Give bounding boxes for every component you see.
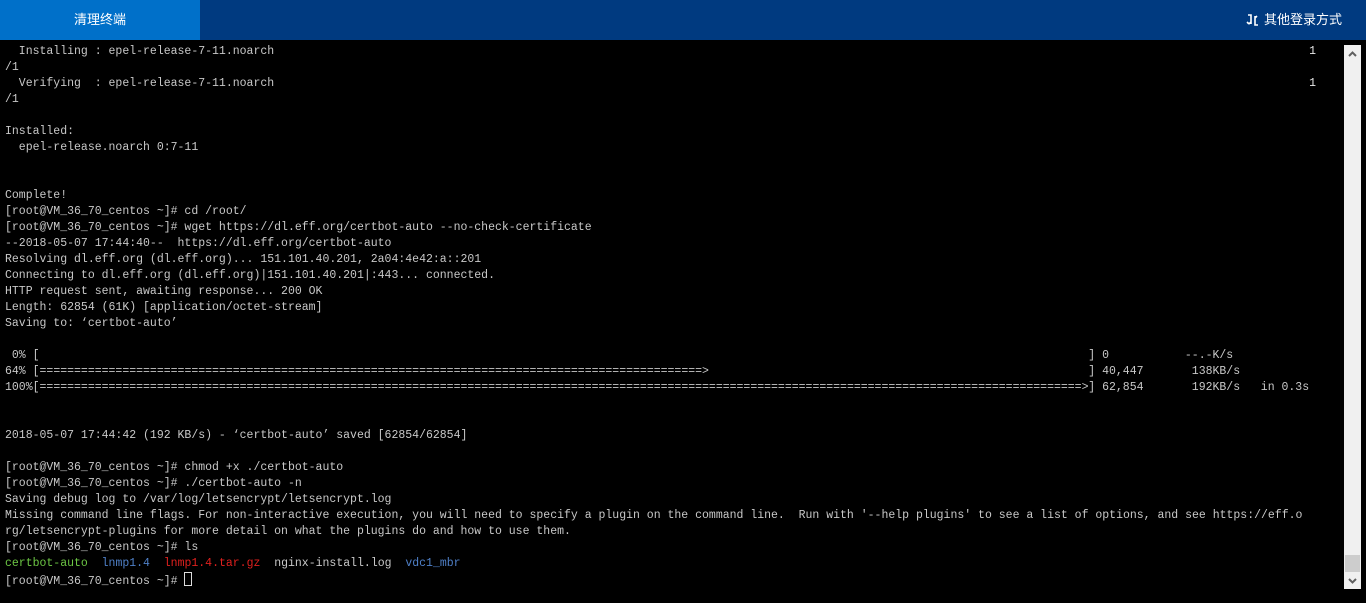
- terminal-scrollbar[interactable]: [1344, 45, 1361, 589]
- line-text: [root@VM_36_70_centos ~]# wget https://d…: [5, 221, 592, 234]
- line-text: Saving debug log to /var/log/letsencrypt…: [5, 493, 392, 506]
- line-text: Verifying : epel-release-7-11.noarch: [5, 77, 275, 90]
- terminal-line: Resolving dl.eff.org (dl.eff.org)... 151…: [5, 252, 1302, 268]
- terminal-line: /1: [5, 92, 1302, 108]
- other-login-button[interactable]: 其他登录方式: [1246, 0, 1342, 40]
- terminal-line: --2018-05-07 17:44:40-- https://dl.eff.o…: [5, 236, 1302, 252]
- terminal-line: HTTP request sent, awaiting response... …: [5, 284, 1302, 300]
- progress-eta: in 0.3s: [1260, 381, 1310, 394]
- terminal-line: Missing command line flags. For non-inte…: [5, 508, 1302, 524]
- terminal-line: Saving to: ‘certbot-auto’: [5, 316, 1302, 332]
- ls-entry: [150, 557, 164, 570]
- line-text: [root@VM_36_70_centos ~]# ./certbot-auto…: [5, 477, 302, 490]
- line-text: 2018-05-07 17:44:42 (192 KB/s) - ‘certbo…: [5, 429, 468, 442]
- progress-percent: 100%[: [5, 381, 40, 394]
- terminal-line: epel-release.noarch 0:7-11: [5, 140, 1302, 156]
- terminal-line: [root@VM_36_70_centos ~]# ls: [5, 540, 1302, 556]
- line-text: Installing : epel-release-7-11.noarch: [5, 45, 275, 58]
- terminal-line: [root@VM_36_70_centos ~]#: [5, 572, 1302, 588]
- line-text: Missing command line flags. For non-inte…: [5, 509, 1303, 522]
- progress-speed: --.-K/s: [1184, 349, 1234, 362]
- ls-entry: [392, 557, 406, 570]
- line-text: Installed:: [5, 125, 75, 138]
- progress-received: ] 40,447: [1088, 365, 1144, 378]
- ls-entry: certbot-auto: [5, 557, 88, 570]
- line-text: HTTP request sent, awaiting response... …: [5, 285, 323, 298]
- line-text: Complete!: [5, 189, 68, 202]
- terminal-cursor[interactable]: [184, 572, 193, 586]
- scroll-down-icon[interactable]: [1344, 572, 1361, 589]
- progress-received: ] 62,854: [1088, 381, 1144, 394]
- line-text: [root@VM_36_70_centos ~]# chmod +x ./cer…: [5, 461, 344, 474]
- line-text: epel-release.noarch 0:7-11: [5, 141, 199, 154]
- terminal-line: Installing : epel-release-7-11.noarch 1: [5, 44, 1316, 60]
- scroll-up-icon[interactable]: [1344, 45, 1361, 62]
- terminal-output: Installing : epel-release-7-11.noarch 1/1…: [5, 44, 1316, 588]
- line-text: Length: 62854 (61K) [application/octet-s…: [5, 301, 323, 314]
- line-text: rg/letsencrypt-plugins for more detail o…: [5, 525, 571, 538]
- terminal-line: 2018-05-07 17:44:42 (192 KB/s) - ‘certbo…: [5, 428, 1302, 444]
- terminal-line: 100%[===================================…: [5, 380, 1309, 396]
- line-text: Connecting to dl.eff.org (dl.eff.org)|15…: [5, 269, 495, 282]
- terminal-line: 0% [ ] 0 --.-K/s: [5, 348, 1302, 364]
- ls-entry: nginx-install.log: [274, 557, 392, 570]
- ls-entry: lnmp1.4.tar.gz: [163, 557, 261, 570]
- line-text: [root@VM_36_70_centos ~]# ls: [5, 541, 199, 554]
- ls-entry: vdc1_mbr: [405, 557, 461, 570]
- terminal-line: [root@VM_36_70_centos ~]# wget https://d…: [5, 220, 1302, 236]
- progress-bar: ========================================…: [39, 365, 709, 378]
- ls-entry: lnmp1.4: [101, 557, 150, 570]
- line-text: Saving to: ‘certbot-auto’: [5, 317, 178, 330]
- progress-speed: 192KB/s: [1184, 381, 1241, 394]
- terminal-line: [root@VM_36_70_centos ~]# cd /root/: [5, 204, 1302, 220]
- line-text: [root@VM_36_70_centos ~]#: [5, 575, 185, 588]
- progress-percent: 0% [: [5, 349, 40, 362]
- progress-bar: ========================================…: [39, 381, 1089, 394]
- other-login-label: 其他登录方式: [1263, 12, 1342, 27]
- line-right-text: 1: [1309, 45, 1316, 58]
- clear-terminal-button[interactable]: 清理终端: [0, 0, 200, 40]
- line-text: /1: [5, 93, 19, 106]
- terminal-line: Saving debug log to /var/log/letsencrypt…: [5, 492, 1302, 508]
- terminal-line: Length: 62854 (61K) [application/octet-s…: [5, 300, 1302, 316]
- line-right-text: 1: [1309, 77, 1316, 90]
- line-text: /1: [5, 61, 19, 74]
- line-text: Resolving dl.eff.org (dl.eff.org)... 151…: [5, 253, 482, 266]
- terminal-line: 64% [===================================…: [5, 364, 1302, 380]
- terminal-line: Complete!: [5, 188, 1302, 204]
- terminal-line: Connecting to dl.eff.org (dl.eff.org)|15…: [5, 268, 1302, 284]
- progress-received: ] 0: [1088, 349, 1110, 362]
- scrollbar-thumb[interactable]: [1345, 555, 1360, 572]
- progress-speed: 138KB/s: [1184, 365, 1241, 378]
- terminal-line: Installed:: [5, 124, 1302, 140]
- progress-percent: 64% [: [5, 365, 40, 378]
- ls-entry: [88, 557, 102, 570]
- terminal[interactable]: Installing : epel-release-7-11.noarch 1/1…: [0, 40, 1340, 603]
- line-text: [root@VM_36_70_centos ~]# cd /root/: [5, 205, 247, 218]
- terminal-line: [root@VM_36_70_centos ~]# ./certbot-auto…: [5, 476, 1302, 492]
- terminal-line: rg/letsencrypt-plugins for more detail o…: [5, 524, 1302, 540]
- top-bar: 清理终端 其他登录方式: [0, 0, 1366, 40]
- switch-icon: [1246, 13, 1260, 27]
- terminal-line: /1: [5, 60, 1302, 76]
- ls-entry: [260, 557, 274, 570]
- line-text: --2018-05-07 17:44:40-- https://dl.eff.o…: [5, 237, 392, 250]
- terminal-line: certbot-auto lnmp1.4 lnmp1.4.tar.gz ngin…: [5, 556, 1302, 572]
- terminal-line: [root@VM_36_70_centos ~]# chmod +x ./cer…: [5, 460, 1302, 476]
- terminal-line: Verifying : epel-release-7-11.noarch 1: [5, 76, 1316, 92]
